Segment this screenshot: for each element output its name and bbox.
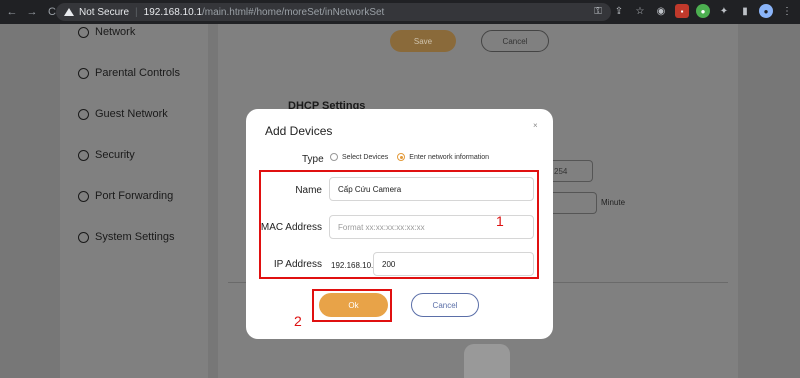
system-settings-icon <box>78 231 89 243</box>
sidebar-item-guest-network[interactable]: Guest Network <box>78 108 168 120</box>
radio-circle-selected[interactable] <box>397 153 406 161</box>
radio-enter-network-info[interactable]: Enter network information <box>397 153 489 161</box>
save-button[interactable]: Save <box>390 30 456 52</box>
sidebar-item-label: Security <box>95 149 135 161</box>
radio-label: Enter network information <box>409 153 490 161</box>
unit-label: Minute <box>601 198 626 207</box>
sidebar-item-label: System Settings <box>95 231 175 243</box>
sidebar-item-label: Port Forwarding <box>95 190 174 202</box>
sidebar-item-security[interactable]: Security <box>78 149 135 161</box>
extension-icon[interactable]: ▪ <box>675 4 689 18</box>
close-icon[interactable]: × <box>533 121 538 130</box>
url-host: 192.168.10.1 <box>143 6 203 18</box>
type-label: Type <box>302 154 324 165</box>
cancel-button[interactable]: Cancel <box>481 30 549 52</box>
sidebar: Network Parental Controls Guest Network … <box>60 24 208 378</box>
browser-toolbar-icons: ⚿ ⇪ ☆ ◉ ▪ ● ✦ ▮ ● ⋮ <box>591 4 794 18</box>
browser-toolbar: ← → C Not Secure | 192.168.10.1/main.htm… <box>0 0 800 24</box>
sidebar-item-network[interactable]: Network <box>78 26 135 38</box>
network-icon <box>78 26 89 38</box>
profile-avatar-icon[interactable]: ● <box>759 4 773 18</box>
sidebar-item-label: Network <box>95 26 136 38</box>
guest-network-icon <box>78 108 89 120</box>
key-icon[interactable]: ⚿ <box>591 4 605 18</box>
device-illustration <box>464 344 510 378</box>
sidebar-item-system-settings[interactable]: System Settings <box>78 231 174 243</box>
security-label[interactable]: Not Secure <box>79 7 129 18</box>
sidebar-item-parental-controls[interactable]: Parental Controls <box>78 67 180 79</box>
add-devices-dialog: Add Devices × Type Select Devices Enter … <box>246 109 553 339</box>
share-icon[interactable]: ⇪ <box>612 4 626 18</box>
url-path: /main.html#/home/moreSet/inNetworkSet <box>202 6 385 18</box>
sidebar-item-port-forwarding[interactable]: Port Forwarding <box>78 190 173 202</box>
radio-circle[interactable] <box>330 153 338 161</box>
star-icon[interactable]: ☆ <box>633 4 647 18</box>
url-separator: | <box>135 6 138 18</box>
dialog-title: Add Devices <box>265 124 333 138</box>
sidebar-item-label: Parental Controls <box>95 67 180 79</box>
side-panel-icon[interactable]: ▮ <box>738 4 752 18</box>
extension-icon[interactable]: ◉ <box>654 4 668 18</box>
annotation-box-ok <box>312 289 392 322</box>
annotation-number-2: 2 <box>294 313 302 329</box>
port-forwarding-icon <box>78 190 89 202</box>
back-icon[interactable]: ← <box>4 4 20 20</box>
cancel-button[interactable]: Cancel <box>411 293 479 317</box>
ip-range-end-input[interactable]: 254 <box>551 160 593 182</box>
sidebar-item-label: Guest Network <box>95 108 168 120</box>
lease-time-input[interactable] <box>551 192 597 214</box>
puzzle-icon[interactable]: ✦ <box>717 4 731 18</box>
warning-icon <box>64 8 74 16</box>
address-bar[interactable]: Not Secure | 192.168.10.1/main.html#/hom… <box>56 3 611 21</box>
type-radio-group: Select Devices Enter network information <box>330 153 498 161</box>
security-icon <box>78 149 89 161</box>
radio-select-devices[interactable]: Select Devices <box>330 153 388 161</box>
forward-icon[interactable]: → <box>24 4 40 20</box>
annotation-number-1: 1 <box>496 213 504 229</box>
extension-icon[interactable]: ● <box>696 4 710 18</box>
parental-controls-icon <box>78 67 89 79</box>
menu-icon[interactable]: ⋮ <box>780 4 794 18</box>
radio-label: Select Devices <box>342 153 389 161</box>
